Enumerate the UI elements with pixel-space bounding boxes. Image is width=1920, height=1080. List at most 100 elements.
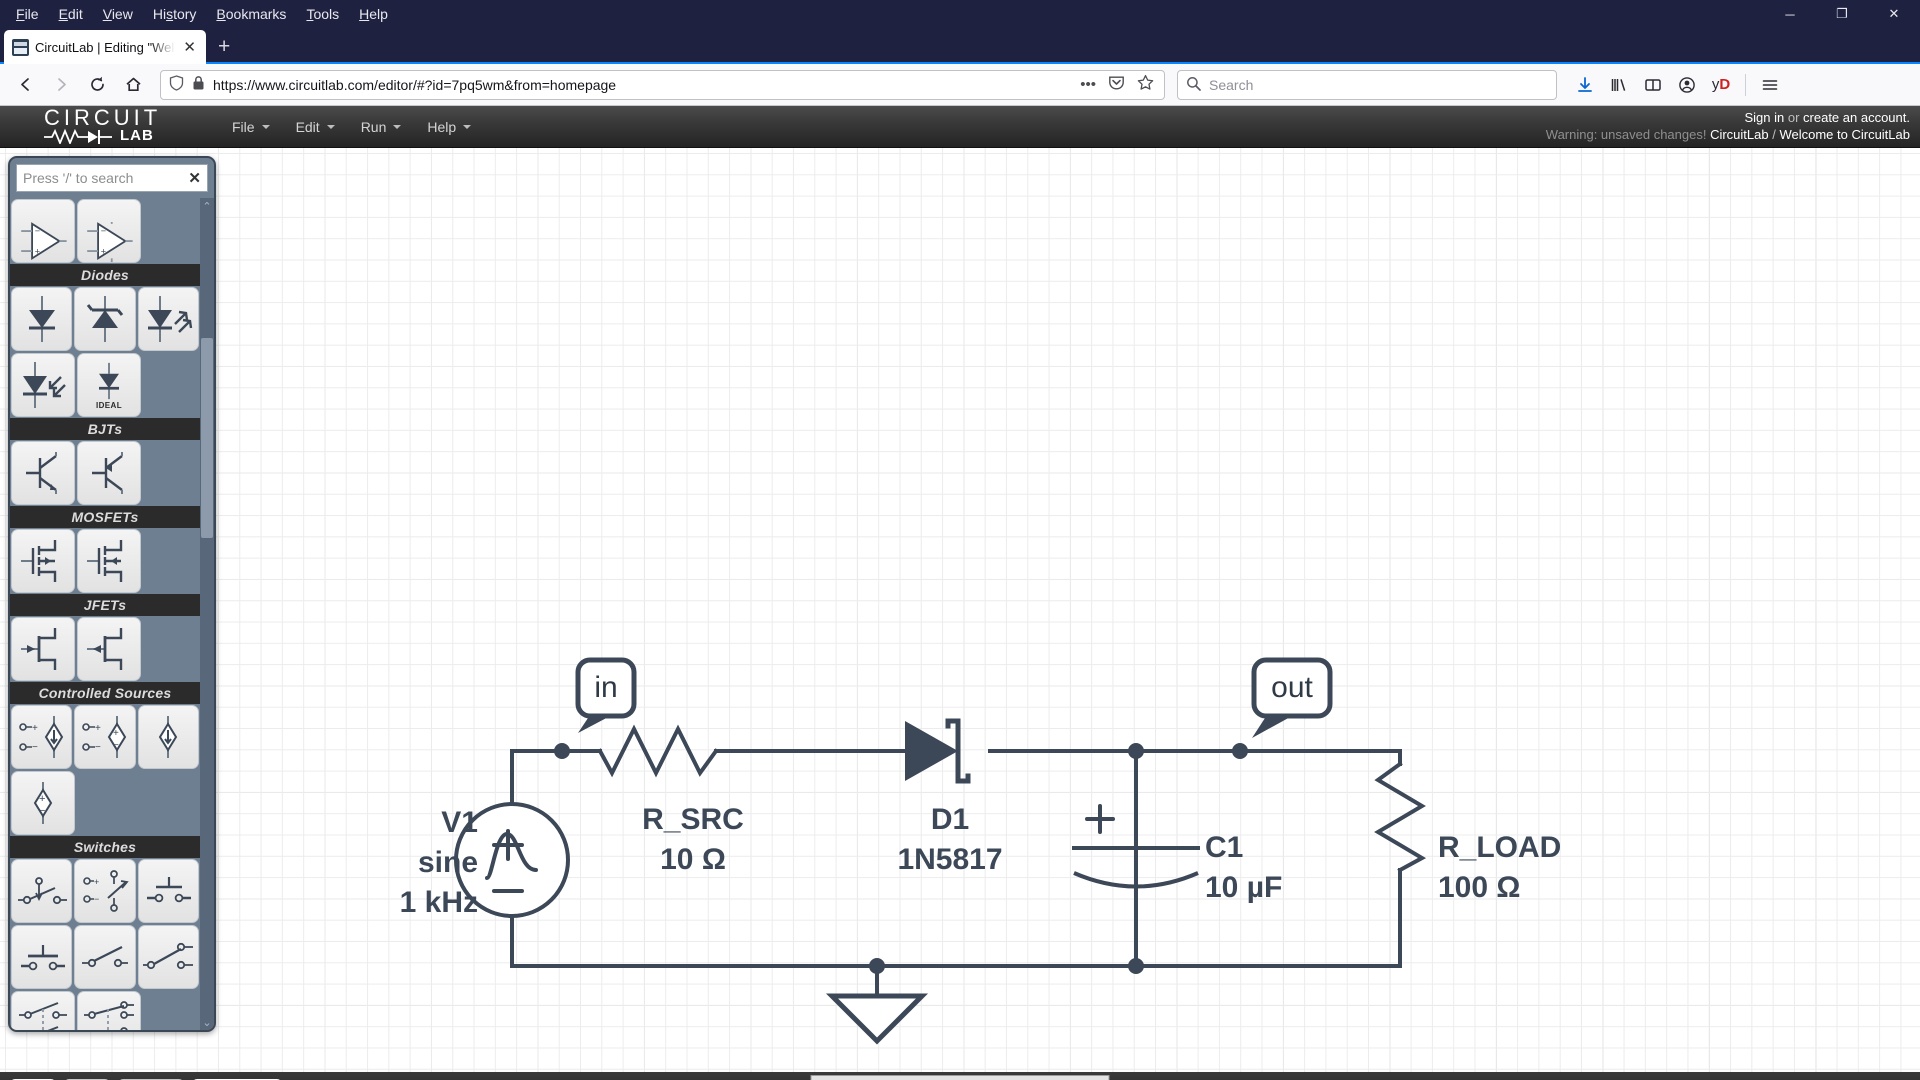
palette-item-push-button-nc[interactable]: [11, 925, 73, 989]
window-maximize-button[interactable]: ❐: [1816, 0, 1868, 28]
container-tab-icon[interactable]: yD: [1705, 70, 1737, 100]
svg-text:+: +: [113, 728, 119, 739]
palette-item-nmos[interactable]: [11, 529, 75, 593]
chevron-down-icon: [393, 124, 402, 129]
palette-group-controlled-sources: Controlled Sources: [10, 682, 200, 704]
palette-item-ideal-diode[interactable]: IDEAL: [77, 353, 141, 417]
svg-text:+: +: [95, 723, 101, 734]
component-label-V1[interactable]: V1 sine 1 kHz: [368, 803, 478, 923]
browser-menubar: File Edit View History Bookmarks Tools H…: [0, 0, 1920, 28]
window-controls: ─ ❐ ✕: [1764, 0, 1920, 28]
menu-file[interactable]: File: [6, 3, 49, 25]
tab-close-icon[interactable]: ✕: [181, 40, 198, 55]
sign-in-link[interactable]: Sign in: [1744, 110, 1784, 125]
component-V1-name: V1: [441, 806, 478, 839]
palette-item-spdt-switch-2[interactable]: [137, 925, 199, 989]
palette-search[interactable]: Press '/' to search ✕: [16, 164, 208, 192]
menu-history[interactable]: History: [143, 3, 207, 25]
palette-item-photodiode[interactable]: [11, 353, 75, 417]
schematic-canvas[interactable]: in out V1 sine 1 kHz R_SRC 10 Ω D1 1N581…: [0, 148, 1920, 1072]
window-close-button[interactable]: ✕: [1868, 0, 1920, 28]
home-icon[interactable]: [116, 69, 150, 101]
palette-row: + −: [10, 770, 200, 836]
app-menu-run[interactable]: Run: [351, 113, 412, 141]
svg-text:+: +: [101, 247, 106, 257]
palette-scroll-up-icon[interactable]: ⌃: [200, 198, 214, 214]
menu-tools[interactable]: Tools: [296, 3, 349, 25]
new-tab-button[interactable]: +: [206, 35, 242, 64]
palette-item-n-jfet[interactable]: [11, 617, 75, 681]
library-icon[interactable]: [1603, 70, 1635, 100]
schematic-drawing: [454, 657, 1427, 1045]
account-icon[interactable]: [1671, 70, 1703, 100]
palette-item-analog-switch[interactable]: + −: [74, 859, 136, 923]
window-minimize-button[interactable]: ─: [1764, 0, 1816, 28]
bookmark-star-icon[interactable]: [1135, 74, 1156, 95]
palette-item-vccs[interactable]: + − + −: [74, 705, 136, 769]
component-label-D1[interactable]: D1 1N5817: [865, 800, 1035, 880]
palette-group-diodes: Diodes: [10, 264, 200, 286]
palette-item-npn-bjt[interactable]: [11, 441, 75, 505]
forward-icon[interactable]: [44, 69, 78, 101]
palette-item-dpst-switch[interactable]: [11, 991, 75, 1030]
component-label-R_SRC[interactable]: R_SRC 10 Ω: [608, 800, 778, 880]
search-placeholder: Search: [1209, 76, 1254, 93]
page-actions-icon[interactable]: •••: [1078, 76, 1098, 93]
component-D1-line2: 1N5817: [897, 843, 1003, 876]
palette-item-diode[interactable]: [11, 287, 73, 351]
download-icon[interactable]: [1569, 70, 1601, 100]
breadcrumb-document[interactable]: Welcome to CircuitLab: [1779, 127, 1910, 142]
palette-row: IDEAL: [10, 352, 200, 418]
palette-item-opamp[interactable]: − +: [11, 199, 75, 263]
palette-item-pmos[interactable]: [77, 529, 141, 593]
sidebar-icon[interactable]: [1637, 70, 1669, 100]
app-menubar: File Edit Run Help: [222, 113, 481, 141]
browser-tab[interactable]: CircuitLab | Editing "Welcome t ✕: [4, 30, 206, 64]
palette-item-dpdt-switch[interactable]: [77, 991, 141, 1030]
component-label-C1[interactable]: C1 10 µF: [1205, 828, 1385, 908]
reload-icon[interactable]: [80, 69, 114, 101]
shield-icon[interactable]: [169, 75, 184, 94]
palette-search-placeholder: Press '/' to search: [23, 170, 134, 186]
palette-item-p-jfet[interactable]: [77, 617, 141, 681]
url-bar[interactable]: https://www.circuitlab.com/editor/#?id=7…: [160, 69, 1165, 100]
component-palette[interactable]: Press '/' to search ✕ − + − + Diodes IDE…: [8, 156, 216, 1032]
palette-item-opamp-alt[interactable]: − +: [77, 199, 141, 263]
create-account-link[interactable]: create an account.: [1803, 110, 1910, 125]
breadcrumb-owner[interactable]: CircuitLab: [1710, 127, 1769, 142]
component-R_SRC-line2: 10 Ω: [660, 843, 726, 876]
palette-item-zener-diode[interactable]: [74, 287, 136, 351]
chevron-down-icon: [261, 124, 270, 129]
menu-view[interactable]: View: [93, 3, 143, 25]
app-menu-file-label: File: [232, 118, 255, 135]
pocket-icon[interactable]: [1106, 74, 1127, 95]
palette-item-cccs[interactable]: + −: [11, 771, 75, 835]
palette-close-icon[interactable]: ✕: [188, 169, 201, 187]
lock-icon: [192, 75, 205, 94]
palette-scroll-thumb[interactable]: [201, 338, 213, 538]
menu-edit[interactable]: Edit: [49, 3, 93, 25]
palette-item-pnp-bjt[interactable]: [77, 441, 141, 505]
palette-item-ccvs[interactable]: [137, 705, 199, 769]
menu-icon[interactable]: [1754, 70, 1786, 100]
node-label-in-text[interactable]: in: [578, 660, 634, 716]
palette-item-push-button-no[interactable]: [137, 859, 199, 923]
palette-item-led[interactable]: [137, 287, 199, 351]
app-menu-edit[interactable]: Edit: [286, 113, 345, 141]
menu-help[interactable]: Help: [349, 3, 398, 25]
browser-search-bar[interactable]: Search: [1177, 69, 1557, 100]
palette-item-spst-switch[interactable]: [74, 925, 136, 989]
palette-item-spdt-switch[interactable]: [11, 859, 73, 923]
back-icon[interactable]: [8, 69, 42, 101]
node-label-out-text[interactable]: out: [1254, 660, 1330, 716]
account-or: or: [1784, 110, 1804, 125]
app-menu-help[interactable]: Help: [417, 113, 481, 141]
component-label-R_LOAD[interactable]: R_LOAD 100 Ω: [1438, 828, 1658, 908]
app-menu-file[interactable]: File: [222, 113, 280, 141]
palette-row: [10, 616, 200, 682]
url-text: https://www.circuitlab.com/editor/#?id=7…: [213, 76, 617, 93]
palette-scrollbar[interactable]: ⌃ ⌄: [200, 198, 214, 1030]
palette-item-vcvs[interactable]: + −: [11, 705, 73, 769]
menu-bookmarks[interactable]: Bookmarks: [206, 3, 296, 25]
palette-scroll-down-icon[interactable]: ⌄: [200, 1014, 214, 1030]
